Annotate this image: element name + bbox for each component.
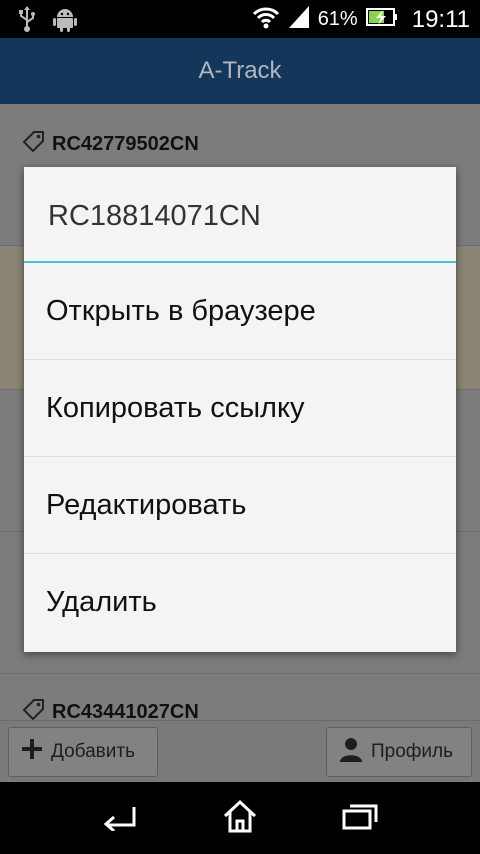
battery-charging-icon [365,7,398,32]
usb-icon [18,6,36,36]
context-menu-dialog: RC18814071CN Открыть в браузере Копирова… [24,167,456,652]
app-bar: A-Track [0,38,480,104]
dialog-title: RC18814071CN [24,167,456,263]
status-bar: 61% 19:11 [0,0,480,38]
profile-button[interactable]: Профиль [326,727,472,777]
battery-percent: 61% [317,8,358,30]
profile-button-label: Профиль [371,741,454,762]
add-button[interactable]: Добавить [8,727,158,777]
navigation-bar [0,782,480,854]
open-in-browser-item[interactable]: Открыть в браузере [24,263,456,360]
edit-item[interactable]: Редактировать [24,457,456,554]
wifi-icon [252,5,280,34]
plus-icon [21,738,43,766]
list-item[interactable]: RC43441027CN [0,674,480,723]
app-title: A-Track [198,57,282,84]
home-button[interactable] [212,798,268,838]
back-icon [100,801,140,835]
bottom-toolbar: Добавить Профиль [0,720,480,782]
tag-icon [22,130,46,158]
recent-apps-icon [341,801,379,835]
recent-apps-button[interactable] [332,798,388,838]
clock: 19:11 [411,5,470,33]
tracking-code: RC42779502CN [52,132,199,155]
signal-icon [288,5,310,34]
home-icon [222,799,258,837]
android-icon [52,6,78,36]
add-button-label: Добавить [51,741,135,762]
copy-link-item[interactable]: Копировать ссылку [24,360,456,457]
back-button[interactable] [92,798,148,838]
person-icon [339,736,363,768]
delete-item[interactable]: Удалить [24,554,456,651]
